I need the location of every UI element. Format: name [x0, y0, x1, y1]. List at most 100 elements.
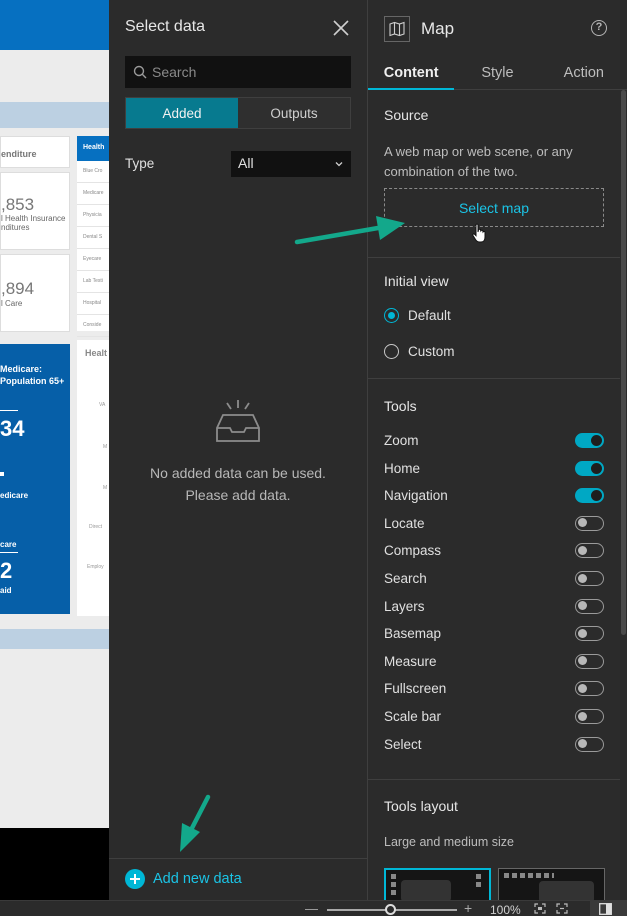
toggle-layers[interactable] — [575, 598, 604, 614]
preview-text: aid — [0, 586, 12, 595]
select-data-panel: Select data Added Outputs Type All No ad… — [109, 0, 368, 900]
toggle-search[interactable] — [575, 571, 604, 586]
preview-chart-title: Healt — [85, 348, 108, 358]
tool-row-measure: Measure — [384, 652, 604, 672]
tab-outputs[interactable]: Outputs — [238, 98, 350, 128]
canvas-preview[interactable]: enditure ,853 l Health Insurance nditure… — [0, 0, 109, 900]
preview-chart-label: M — [103, 485, 108, 491]
empty-message-line: Please add data. — [185, 487, 291, 503]
toggle-navigation[interactable] — [575, 488, 604, 504]
select-data-footer: Add new data — [109, 858, 367, 900]
zoom-level: 100% — [490, 903, 521, 916]
toggle-measure[interactable] — [575, 653, 604, 669]
preview-card-header: enditure — [0, 136, 70, 168]
add-new-data-button[interactable]: Add new data — [125, 869, 242, 889]
tab-added[interactable]: Added — [126, 98, 238, 128]
zoom-in-button[interactable]: + — [464, 900, 472, 916]
preview-blue-panel: Medicare: Population 65+ 34 edicare care… — [0, 344, 70, 614]
data-source-tabs: Added Outputs — [125, 97, 351, 129]
preview-list-row: Lab Testi — [77, 271, 109, 293]
preview-number: 34 — [0, 416, 25, 441]
tool-label: Select — [384, 736, 422, 752]
empty-message: No added data can be used. Please add da… — [109, 462, 367, 506]
map-settings-panel: Map ? Content Style Action Source A web … — [368, 0, 627, 900]
preview-list-row: Hospital — [77, 293, 109, 315]
toggle-scale-bar[interactable] — [575, 709, 604, 724]
select-map-button[interactable]: Select map — [384, 188, 604, 227]
toggle-compass[interactable] — [575, 543, 604, 559]
initial-view-section: Initial view Default Custom — [368, 258, 620, 379]
source-heading: Source — [384, 107, 429, 123]
tool-row-locate: Locate — [384, 514, 604, 534]
tool-label: Scale bar — [384, 709, 442, 724]
toggle-fullscreen[interactable] — [575, 681, 604, 697]
fit-to-window-icon[interactable] — [534, 903, 546, 914]
radio-custom[interactable]: Custom — [384, 344, 455, 359]
tool-row-fullscreen: Fullscreen — [384, 679, 604, 699]
preview-card-2: ,894 l Care — [0, 254, 70, 332]
tools-layout-subheading: Large and medium size — [384, 835, 514, 849]
preview-list-header: Health — [77, 136, 109, 161]
search-icon — [133, 65, 147, 79]
preview-number: ,894 — [1, 279, 35, 298]
empty-inbox-icon — [216, 400, 260, 442]
panel-icon — [599, 903, 612, 915]
radio-custom-label: Custom — [408, 344, 455, 359]
select-data-title: Select data — [125, 18, 206, 35]
tool-row-select: Select — [384, 735, 604, 755]
type-dropdown[interactable]: All — [231, 151, 351, 177]
zoom-out-button[interactable]: — — [305, 901, 318, 916]
search-input[interactable] — [152, 57, 347, 87]
preview-list-row: Conside — [77, 315, 109, 337]
settings-tabs: Content Style Action — [368, 56, 627, 90]
preview-number: ,853 — [1, 195, 35, 214]
tools-layout-heading: Tools layout — [384, 798, 458, 814]
layout-option-2[interactable] — [498, 868, 605, 900]
preview-text: care — [0, 540, 17, 549]
help-icon[interactable]: ? — [591, 20, 607, 36]
toggle-zoom[interactable] — [575, 433, 604, 448]
preview-chart-label: Direct — [89, 524, 103, 530]
layout-option-1[interactable] — [384, 868, 491, 900]
tool-label: Navigation — [384, 488, 448, 504]
tool-label: Zoom — [384, 433, 419, 448]
tool-row-home: Home — [384, 459, 604, 479]
radio-button-unchecked — [384, 344, 399, 359]
tab-action[interactable]: Action — [541, 56, 627, 89]
hand-cursor-icon — [472, 223, 486, 243]
preview-list-row: Medicare — [77, 183, 109, 205]
tool-label: Locate — [384, 515, 425, 531]
toggle-panel-button[interactable] — [590, 901, 627, 916]
preview-text: Medicare: — [0, 364, 43, 374]
tool-label: Layers — [384, 598, 425, 614]
preview-list-row: Blue Cro — [77, 161, 109, 183]
tab-content[interactable]: Content — [368, 56, 455, 90]
radio-default-label: Default — [408, 308, 451, 323]
search-box — [125, 56, 351, 88]
tool-row-zoom: Zoom — [384, 431, 604, 451]
scrollbar-thumb[interactable] — [621, 90, 626, 635]
radio-default[interactable]: Default — [384, 308, 451, 323]
fullscreen-icon[interactable] — [556, 903, 568, 914]
toggle-locate[interactable] — [575, 515, 604, 531]
tools-section: Tools Zoom Home Navigation Locate Compass Sea… — [368, 379, 620, 780]
tab-style[interactable]: Style — [454, 56, 540, 89]
preview-text: l Health Insurance — [1, 214, 66, 223]
toggle-home[interactable] — [575, 460, 604, 476]
chevron-down-icon — [335, 162, 343, 167]
scrollbar[interactable] — [620, 90, 627, 900]
tool-label: Fullscreen — [384, 681, 447, 697]
preview-chart-label: Employ — [87, 564, 104, 570]
toggle-select[interactable] — [575, 736, 604, 752]
preview-header-bar — [0, 0, 109, 52]
map-panel-title: Map — [421, 19, 455, 38]
zoom-slider-handle[interactable] — [385, 904, 396, 915]
preview-text: l Care — [1, 299, 23, 308]
preview-text: enditure — [1, 149, 37, 159]
close-icon[interactable] — [331, 18, 351, 38]
tool-row-layers: Layers — [384, 597, 604, 617]
preview-list-row: Dental S — [77, 227, 109, 249]
tool-label: Home — [384, 460, 421, 476]
initial-view-heading: Initial view — [384, 273, 449, 289]
toggle-basemap[interactable] — [575, 626, 604, 642]
